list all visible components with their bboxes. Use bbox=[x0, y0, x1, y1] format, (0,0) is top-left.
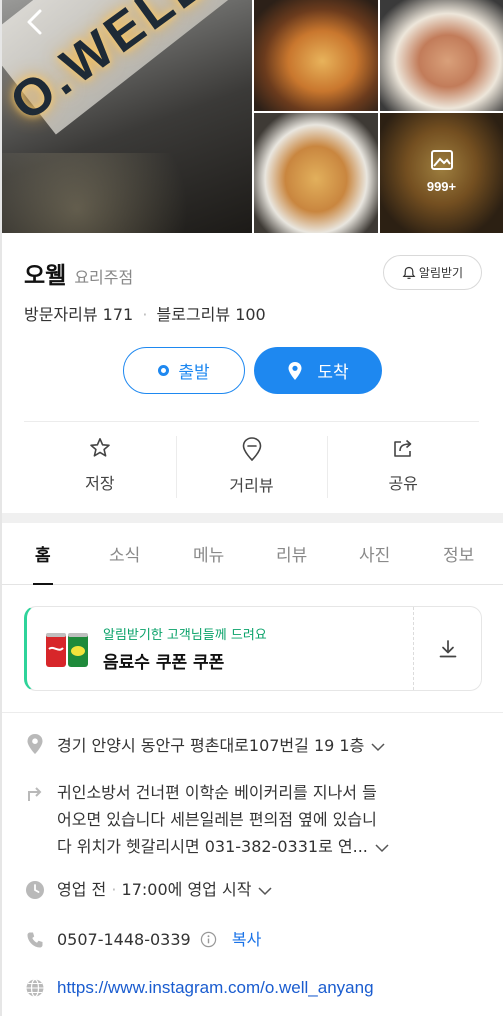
chevron-down-icon[interactable] bbox=[374, 843, 390, 853]
arrive-label: 도착 bbox=[317, 363, 349, 383]
main-photo[interactable]: O.WELL bbox=[2, 0, 252, 233]
food-photo-3[interactable] bbox=[254, 113, 378, 233]
tab-news[interactable]: 소식 bbox=[109, 541, 140, 566]
photo-count: 999+ bbox=[426, 179, 457, 194]
hours-detail: 17:00에 영업 시작 bbox=[121, 880, 252, 899]
website-row: https://www.instagram.com/o.well_anyang bbox=[24, 975, 374, 1001]
hours-row[interactable]: 영업 전 · 17:00에 영업 시작 bbox=[24, 877, 273, 903]
website-link[interactable]: https://www.instagram.com/o.well_anyang bbox=[57, 978, 374, 997]
review-counts: 방문자리뷰 171 · 블로그리뷰 100 bbox=[24, 301, 266, 325]
copy-phone-button[interactable]: 복사 bbox=[232, 930, 261, 949]
tab-menu[interactable]: 메뉴 bbox=[193, 541, 224, 566]
food-photo-1[interactable] bbox=[254, 0, 378, 111]
phone-number[interactable]: 0507-1448-0339 bbox=[57, 930, 191, 949]
chevron-down-icon[interactable] bbox=[370, 742, 386, 752]
photo-gallery[interactable]: O.WELL 999+ bbox=[2, 0, 503, 233]
street-view-icon bbox=[242, 437, 261, 462]
directions-line-3: 다 위치가 헷갈리시면 031-382-0331로 연... bbox=[57, 837, 368, 856]
section-gap bbox=[2, 513, 503, 523]
directions-line-2: 어오면 있습니다 세븐일레븐 편의점 옆에 있습니 bbox=[57, 810, 377, 829]
food-photo-2[interactable] bbox=[380, 0, 503, 111]
hours-status: 영업 전 bbox=[57, 880, 107, 899]
bell-icon bbox=[402, 266, 416, 279]
alarm-button[interactable]: 알림받기 bbox=[383, 255, 482, 290]
more-photos-tile[interactable]: 999+ bbox=[380, 113, 503, 233]
tab-reviews[interactable]: 리뷰 bbox=[276, 541, 307, 566]
phone-icon bbox=[24, 927, 46, 949]
share-label: 공유 bbox=[388, 474, 418, 493]
chevron-down-icon[interactable] bbox=[257, 886, 273, 896]
tab-home[interactable]: 홈 bbox=[33, 541, 53, 585]
map-pin-icon bbox=[288, 361, 302, 380]
download-icon bbox=[439, 639, 456, 657]
back-icon[interactable] bbox=[22, 8, 50, 36]
tab-photos[interactable]: 사진 bbox=[359, 541, 390, 566]
coupon-subtitle: 알림받기한 고객님들께 드려요 bbox=[103, 628, 267, 643]
coupon-card[interactable]: 알림받기한 고객님들께 드려요 음료수 쿠폰 쿠폰 bbox=[24, 606, 482, 691]
origin-dot-icon bbox=[158, 365, 170, 376]
divider bbox=[2, 712, 503, 713]
address-row[interactable]: 경기 안양시 동안구 평촌대로107번길 19 1층 bbox=[24, 733, 386, 759]
share-icon bbox=[394, 439, 412, 457]
info-icon[interactable] bbox=[200, 931, 217, 948]
depart-button[interactable]: 출발 bbox=[123, 347, 245, 394]
place-title: 오웰 요리주점 bbox=[24, 256, 133, 290]
clock-icon bbox=[24, 877, 46, 900]
tab-bar: 홈 소식 메뉴 리뷰 사진 정보 bbox=[2, 523, 503, 585]
place-name: 오웰 bbox=[24, 263, 67, 289]
phone-row: 0507-1448-0339 복사 bbox=[24, 927, 261, 953]
depart-label: 출발 bbox=[178, 363, 210, 383]
save-label: 저장 bbox=[85, 474, 115, 493]
place-category: 요리주점 bbox=[74, 268, 134, 287]
street-view-label: 거리뷰 bbox=[229, 476, 274, 495]
alarm-label: 알림받기 bbox=[418, 266, 464, 280]
hours-separator: · bbox=[111, 880, 117, 899]
review-separator: · bbox=[142, 305, 148, 324]
share-action[interactable]: 공유 bbox=[327, 436, 479, 498]
star-icon bbox=[90, 438, 110, 457]
drink-cans-image bbox=[46, 633, 88, 667]
turn-arrow-icon bbox=[24, 779, 46, 803]
photo-lighting bbox=[2, 153, 252, 233]
location-icon bbox=[24, 733, 46, 755]
arrive-button[interactable]: 도착 bbox=[254, 347, 382, 394]
action-bar: 저장 거리뷰 공유 bbox=[24, 436, 479, 498]
divider bbox=[24, 421, 479, 422]
directions-line-1: 귀인소방서 건너편 이학순 베이커리를 지나서 들 bbox=[57, 783, 377, 802]
address-text: 경기 안양시 동안구 평촌대로107번길 19 1층 bbox=[57, 736, 365, 755]
globe-icon bbox=[24, 975, 46, 998]
directions-row[interactable]: 귀인소방서 건너편 이학순 베이커리를 지나서 들 어오면 있습니다 세븐일레븐… bbox=[24, 779, 390, 860]
tab-info[interactable]: 정보 bbox=[443, 541, 474, 566]
visitor-reviews-link[interactable]: 방문자리뷰 171 bbox=[24, 305, 133, 324]
save-action[interactable]: 저장 bbox=[24, 436, 176, 498]
street-view-action[interactable]: 거리뷰 bbox=[175, 436, 328, 498]
blog-reviews-link[interactable]: 블로그리뷰 100 bbox=[157, 305, 266, 324]
coupon-download-button[interactable] bbox=[413, 607, 481, 690]
coupon-title: 음료수 쿠폰 쿠폰 bbox=[103, 653, 225, 673]
more-photos: 999+ bbox=[380, 149, 503, 194]
image-icon bbox=[430, 150, 453, 170]
